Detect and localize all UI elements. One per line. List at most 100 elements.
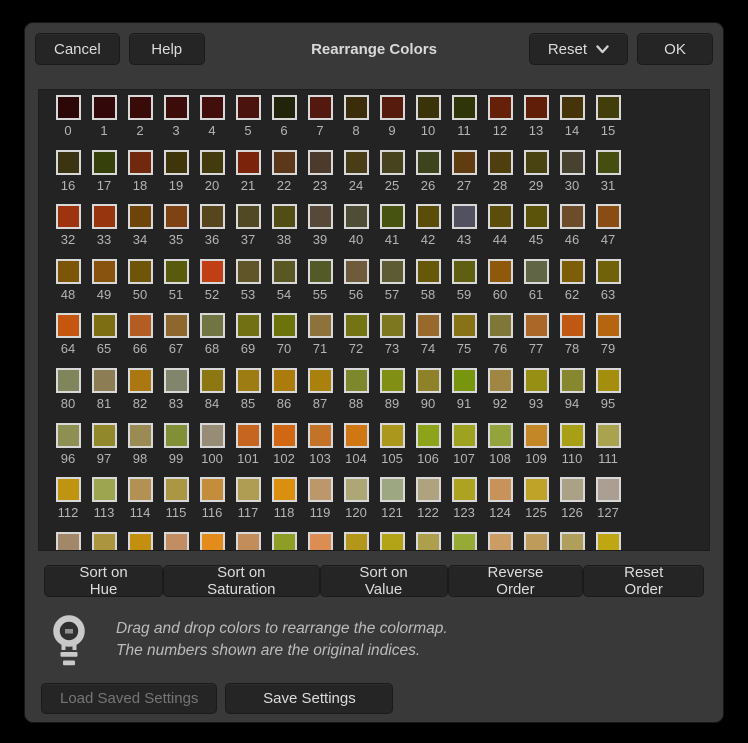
color-swatch[interactable] — [488, 477, 513, 502]
color-swatch[interactable] — [236, 423, 261, 448]
colormap-cell[interactable]: 27 — [446, 150, 482, 205]
color-swatch[interactable] — [344, 313, 369, 338]
color-swatch[interactable] — [308, 368, 333, 393]
color-swatch[interactable] — [380, 368, 405, 393]
colormap-cell[interactable]: 106 — [410, 423, 446, 478]
colormap-cell[interactable]: 65 — [86, 313, 122, 368]
color-swatch[interactable] — [272, 313, 297, 338]
color-swatch[interactable] — [488, 313, 513, 338]
colormap-cell[interactable]: 82 — [122, 368, 158, 423]
color-swatch[interactable] — [416, 477, 441, 502]
color-swatch[interactable] — [452, 423, 477, 448]
colormap-cell[interactable]: 6 — [266, 95, 302, 150]
color-swatch[interactable] — [596, 532, 621, 551]
sort-on-hue-button[interactable]: Sort on Hue — [44, 565, 163, 597]
colormap-cell[interactable]: 111 — [590, 423, 626, 478]
color-swatch[interactable] — [560, 204, 585, 229]
color-swatch[interactable] — [596, 95, 621, 120]
color-swatch[interactable] — [164, 313, 189, 338]
colormap-cell[interactable]: 35 — [158, 204, 194, 259]
color-swatch[interactable] — [128, 368, 153, 393]
colormap-cell[interactable]: 40 — [338, 204, 374, 259]
colormap-cell[interactable]: 39 — [302, 204, 338, 259]
colormap-cell[interactable]: 4 — [194, 95, 230, 150]
color-swatch[interactable] — [308, 259, 333, 284]
color-swatch[interactable] — [272, 532, 297, 551]
colormap-cell[interactable]: 122 — [410, 477, 446, 532]
color-swatch[interactable] — [200, 532, 225, 551]
color-swatch[interactable] — [416, 150, 441, 175]
color-swatch[interactable] — [344, 95, 369, 120]
colormap-cell[interactable]: 67 — [158, 313, 194, 368]
color-swatch[interactable] — [596, 368, 621, 393]
colormap-cell[interactable]: 87 — [302, 368, 338, 423]
color-swatch[interactable] — [236, 532, 261, 551]
color-swatch[interactable] — [452, 259, 477, 284]
color-swatch[interactable] — [452, 532, 477, 551]
color-swatch[interactable] — [56, 150, 81, 175]
color-swatch[interactable] — [344, 368, 369, 393]
colormap-cell[interactable]: 97 — [86, 423, 122, 478]
colormap-cell[interactable]: 142 — [554, 532, 590, 551]
colormap-cell[interactable]: 116 — [194, 477, 230, 532]
colormap-cell[interactable]: 56 — [338, 259, 374, 314]
color-swatch[interactable] — [236, 313, 261, 338]
color-swatch[interactable] — [380, 313, 405, 338]
colormap-cell[interactable]: 52 — [194, 259, 230, 314]
colormap-cell[interactable]: 41 — [374, 204, 410, 259]
colormap-cell[interactable]: 70 — [266, 313, 302, 368]
color-swatch[interactable] — [200, 313, 225, 338]
color-swatch[interactable] — [596, 150, 621, 175]
color-swatch[interactable] — [524, 477, 549, 502]
color-swatch[interactable] — [524, 150, 549, 175]
color-swatch[interactable] — [416, 313, 441, 338]
colormap-cell[interactable]: 124 — [482, 477, 518, 532]
color-swatch[interactable] — [416, 259, 441, 284]
colormap-cell[interactable]: 47 — [590, 204, 626, 259]
color-swatch[interactable] — [452, 95, 477, 120]
save-settings-button[interactable]: Save Settings — [225, 683, 393, 714]
color-swatch[interactable] — [560, 368, 585, 393]
colormap-cell[interactable]: 96 — [50, 423, 86, 478]
colormap-cell[interactable]: 63 — [590, 259, 626, 314]
color-swatch[interactable] — [236, 259, 261, 284]
color-swatch[interactable] — [308, 95, 333, 120]
colormap-cell[interactable]: 26 — [410, 150, 446, 205]
colormap-cell[interactable]: 3 — [158, 95, 194, 150]
colormap-cell[interactable]: 99 — [158, 423, 194, 478]
colormap-cell[interactable]: 23 — [302, 150, 338, 205]
colormap-cell[interactable]: 43 — [446, 204, 482, 259]
colormap-cell[interactable]: 125 — [518, 477, 554, 532]
color-swatch[interactable] — [308, 313, 333, 338]
colormap-cell[interactable]: 71 — [302, 313, 338, 368]
color-swatch[interactable] — [344, 150, 369, 175]
colormap-cell[interactable]: 86 — [266, 368, 302, 423]
colormap-cell[interactable]: 138 — [410, 532, 446, 551]
color-swatch[interactable] — [236, 204, 261, 229]
color-swatch[interactable] — [524, 313, 549, 338]
cancel-button[interactable]: Cancel — [35, 33, 120, 65]
colormap-cell[interactable]: 53 — [230, 259, 266, 314]
colormap-cell[interactable]: 72 — [338, 313, 374, 368]
color-swatch[interactable] — [92, 532, 117, 551]
color-swatch[interactable] — [344, 204, 369, 229]
colormap-cell[interactable]: 12 — [482, 95, 518, 150]
colormap-cell[interactable]: 85 — [230, 368, 266, 423]
color-swatch[interactable] — [164, 204, 189, 229]
colormap-cell[interactable]: 58 — [410, 259, 446, 314]
colormap-cell[interactable]: 17 — [86, 150, 122, 205]
colormap-cell[interactable]: 60 — [482, 259, 518, 314]
colormap-cell[interactable]: 94 — [554, 368, 590, 423]
color-swatch[interactable] — [560, 259, 585, 284]
color-swatch[interactable] — [596, 259, 621, 284]
colormap-cell[interactable]: 141 — [518, 532, 554, 551]
help-button[interactable]: Help — [129, 33, 205, 65]
colormap-cell[interactable]: 73 — [374, 313, 410, 368]
color-swatch[interactable] — [92, 204, 117, 229]
color-swatch[interactable] — [380, 204, 405, 229]
colormap-cell[interactable]: 113 — [86, 477, 122, 532]
colormap-cell[interactable]: 95 — [590, 368, 626, 423]
color-swatch[interactable] — [128, 532, 153, 551]
color-swatch[interactable] — [272, 477, 297, 502]
colormap-cell[interactable]: 136 — [338, 532, 374, 551]
